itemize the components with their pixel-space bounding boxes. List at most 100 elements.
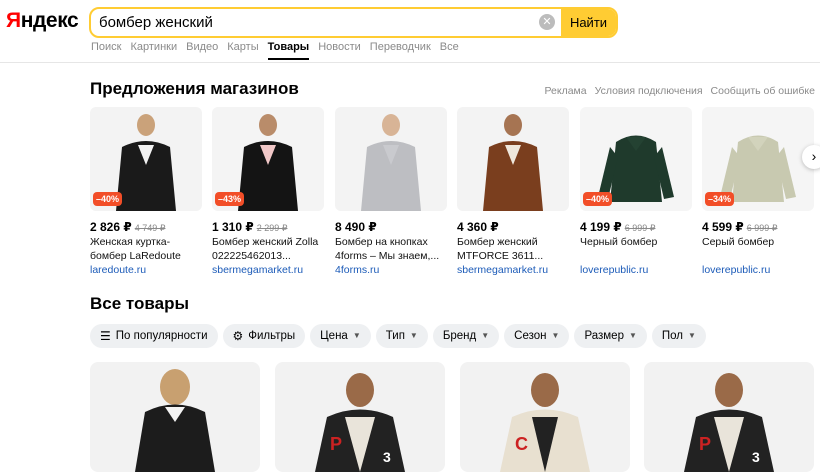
old-price: 6 999 ₽ [746,223,778,233]
discount-badge: –34% [705,192,735,206]
tab-goods[interactable]: Товары [267,41,310,60]
header: Яндекс ✕ Найти Поиск Картинки Видео Карт… [0,0,820,63]
cream-bomber-photo-icon: C [500,373,590,472]
shop-link[interactable]: loverepublic.ru [580,264,692,276]
offer-card[interactable]: –40% 4 199 ₽6 999 ₽ Черный бомбер lovere… [580,107,692,276]
brand-filter[interactable]: Бренд ▼ [432,324,500,348]
chevron-down-icon: ▼ [628,331,637,340]
product-title[interactable]: Бомбер на кнопках 4forms – Мы знаем,... [335,236,447,263]
price: 2 826 ₽4 749 ₽ [90,220,202,234]
size-filter[interactable]: Размер ▼ [574,324,647,348]
offer-card[interactable]: 4 360 ₽ Бомбер женский MTFORCE 3611... s… [457,107,569,276]
price: 4 360 ₽ [457,220,569,234]
tab-news[interactable]: Новости [318,41,361,60]
tab-maps[interactable]: Карты [227,41,258,60]
product-tile[interactable]: C [460,362,630,472]
product-image[interactable] [457,107,569,211]
tab-video[interactable]: Видео [186,41,218,60]
shop-link[interactable]: loverepublic.ru [702,264,814,276]
season-filter[interactable]: Сезон ▼ [504,324,570,348]
leather-jacket-photo-icon [135,369,215,472]
tab-search[interactable]: Поиск [91,41,121,60]
filter-bar: ☰ По популярности ⚙ Фильтры Цена ▼ Тип ▼ Бре… [90,324,706,348]
chevron-down-icon: ▼ [352,331,361,340]
chevron-down-icon: ▼ [551,331,560,340]
varsity-bomber-photo-icon: P3 [315,373,405,472]
tab-translator[interactable]: Переводчик [370,41,431,60]
product-title[interactable]: Серый бомбер [702,236,814,263]
tab-images[interactable]: Картинки [130,41,177,60]
search-button[interactable]: Найти [561,9,616,36]
product-image[interactable]: –43% [212,107,324,211]
product-image[interactable] [335,107,447,211]
search-tabs: Поиск Картинки Видео Карты Товары Новост… [91,41,459,60]
brand-label: Бренд [442,330,477,342]
search-input[interactable] [99,9,529,36]
shop-offers-title: Предложения магазинов [90,79,299,98]
all-goods-title: Все товары [90,294,189,313]
price: 1 310 ₽2 299 ₽ [212,220,324,234]
product-tile[interactable] [90,362,260,472]
price-label: Цена [320,330,348,342]
type-label: Тип [385,330,405,342]
carousel-next-button[interactable]: › [802,145,820,169]
tab-all[interactable]: Все [440,41,459,60]
filters-chip[interactable]: ⚙ Фильтры [222,324,306,348]
gender-label: Пол [661,330,684,342]
sort-label: По популярности [115,330,208,342]
sort-popularity-chip[interactable]: ☰ По популярности [90,324,218,348]
product-tile[interactable]: P3 [275,362,445,472]
old-price: 2 299 ₽ [256,223,288,233]
offer-card[interactable]: –43% 1 310 ₽2 299 ₽ Бомбер женский Zolla… [212,107,324,276]
filters-label: Фильтры [248,330,296,342]
shop-link[interactable]: sbermegamarket.ru [212,264,324,276]
discount-badge: –43% [215,192,245,206]
offer-card[interactable]: –34% 4 599 ₽6 999 ₽ Серый бомбер loverep… [702,107,814,276]
connect-terms-link[interactable]: Условия подключения [595,85,703,97]
chevron-down-icon: ▼ [688,331,696,340]
current-price: 1 310 ₽ [212,220,254,234]
product-tile[interactable]: P3 [644,362,814,472]
svg-text:P: P [330,434,342,454]
size-label: Размер [584,330,624,342]
shop-link[interactable]: sbermegamarket.ru [457,264,569,276]
chevron-down-icon: ▼ [409,331,418,340]
search-bar: ✕ Найти [89,7,618,38]
clear-search-icon[interactable]: ✕ [539,14,555,30]
shop-offers-links: Реклама Условия подключения Сообщить об … [545,85,816,97]
yandex-logo[interactable]: Яндекс [6,9,79,33]
product-image[interactable]: –34% [702,107,814,211]
old-price: 6 999 ₽ [624,223,656,233]
current-price: 4 599 ₽ [702,220,744,234]
price: 4 199 ₽6 999 ₽ [580,220,692,234]
price-filter[interactable]: Цена ▼ [310,324,371,348]
product-title[interactable]: Черный бомбер [580,236,692,263]
svg-text:3: 3 [752,449,760,465]
svg-text:C: C [515,434,528,454]
shop-link[interactable]: 4forms.ru [335,264,447,276]
offer-card[interactable]: 8 490 ₽ Бомбер на кнопках 4forms – Мы зн… [335,107,447,276]
report-error-link[interactable]: Сообщить об ошибке [711,85,815,97]
price: 8 490 ₽ [335,220,447,234]
product-image[interactable]: –40% [90,107,202,211]
shop-link[interactable]: laredoute.ru [90,264,202,276]
logo-rest: ндекс [20,9,79,32]
chevron-down-icon: ▼ [481,331,490,340]
sort-icon: ☰ [100,329,111,343]
current-price: 4 360 ₽ [457,220,499,234]
type-filter[interactable]: Тип ▼ [375,324,428,348]
grey-bomber-photo [361,114,421,211]
gender-filter[interactable]: Пол ▼ [651,324,706,348]
old-price: 4 749 ₽ [134,223,166,233]
season-label: Сезон [514,330,547,342]
ad-link[interactable]: Реклама [545,85,587,97]
offer-card[interactable]: –40% 2 826 ₽4 749 ₽ Женская куртка-бомбе… [90,107,202,276]
discount-badge: –40% [583,192,613,206]
current-price: 4 199 ₽ [580,220,622,234]
product-title[interactable]: Бомбер женский MTFORCE 3611... [457,236,569,263]
product-image[interactable]: –40% [580,107,692,211]
price: 4 599 ₽6 999 ₽ [702,220,814,234]
varsity-bomber-photo-icon: P3 [684,373,774,472]
product-title[interactable]: Женская куртка-бомбер LaRedoute [90,236,202,263]
product-title[interactable]: Бомбер женский Zolla 022225462013... [212,236,324,263]
